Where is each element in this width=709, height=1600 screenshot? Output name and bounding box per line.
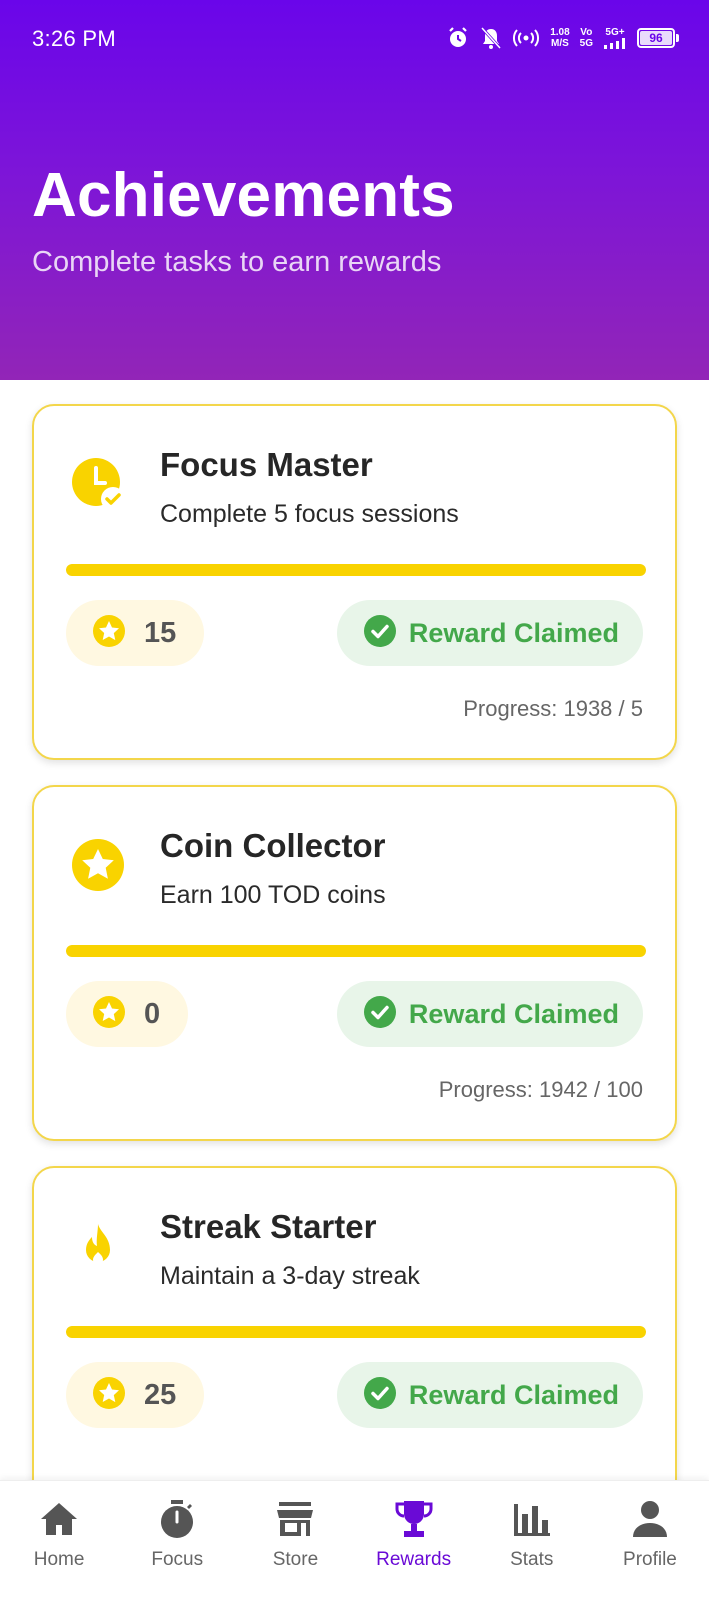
nav-label: Focus [151, 1549, 204, 1570]
volte-5g-label: 5G [579, 38, 593, 49]
achievement-title: Coin Collector [160, 827, 386, 864]
achievement-description: Earn 100 TOD coins [160, 881, 386, 909]
network-type: 5G+ [605, 27, 625, 38]
achievement-title: Streak Starter [160, 1208, 377, 1245]
nav-item-focus[interactable]: Focus [118, 1481, 236, 1600]
achievement-card[interactable]: Coin Collector Earn 100 TOD coins 0 Rewa… [32, 785, 677, 1141]
achievement-card[interactable]: Streak Starter Maintain a 3-day streak 2… [32, 1166, 677, 1480]
nav-label: Profile [623, 1549, 677, 1570]
achievement-description: Maintain a 3-day streak [160, 1262, 420, 1290]
achievement-card[interactable]: Focus Master Complete 5 focus sessions 1… [32, 404, 677, 760]
reward-claimed-badge: Reward Claimed [336, 981, 643, 1047]
check-circle-icon [363, 614, 397, 653]
achievement-description: Complete 5 focus sessions [160, 500, 459, 528]
person-icon [630, 1499, 670, 1539]
status-icons: 1.08 M/S Vo 5G 5G+ 96 [446, 22, 679, 54]
bar-chart-icon [512, 1499, 552, 1539]
net-speed-unit: M/S [551, 38, 569, 49]
page-title: Achievements [32, 161, 455, 230]
hotspot-icon [512, 26, 540, 50]
achievement-title: Focus Master [160, 446, 373, 483]
coin-star-icon [92, 614, 126, 653]
trophy-icon [393, 1499, 435, 1539]
progress-fill [66, 564, 646, 576]
reward-claimed-label: Reward Claimed [408, 1379, 619, 1410]
signal-indicator: 5G+ [603, 27, 627, 49]
reward-claimed-label: Reward Claimed [408, 617, 619, 648]
volte-indicator: Vo 5G [580, 27, 593, 49]
reward-claimed-badge: Reward Claimed [336, 600, 643, 666]
progress-bar [66, 945, 646, 957]
status-bar: 3:26 PM 1.08 M/S Vo 5G 5G+ 96 [0, 0, 709, 80]
alarm-icon [446, 26, 470, 50]
signal-bars-icon [604, 38, 625, 49]
coin-star-icon [92, 1376, 126, 1415]
progress-text: Progress: 1938 / 5 [463, 696, 643, 721]
clock-check-icon [70, 456, 126, 512]
nav-item-profile[interactable]: Profile [591, 1481, 709, 1600]
reward-coins: 15 [66, 600, 205, 666]
progress-bar [66, 564, 646, 576]
reward-coins: 25 [66, 1362, 205, 1428]
header: 3:26 PM 1.08 M/S Vo 5G 5G+ 96 Achievemen… [0, 0, 709, 380]
nav-item-store[interactable]: Store [236, 1481, 354, 1600]
progress-bar [66, 1326, 646, 1338]
mute-bell-icon [480, 26, 502, 50]
nav-item-home[interactable]: Home [0, 1481, 118, 1600]
nav-item-rewards[interactable]: Rewards [355, 1481, 473, 1600]
network-speed: 1.08 M/S [550, 27, 569, 49]
check-circle-icon [363, 995, 397, 1034]
reward-value: 25 [144, 1378, 177, 1411]
nav-label: Stats [510, 1549, 554, 1570]
battery-level: 96 [640, 31, 672, 45]
nav-label: Store [272, 1549, 319, 1570]
volte-label: Vo [580, 27, 593, 38]
nav-label: Rewards [376, 1549, 452, 1570]
nav-item-stats[interactable]: Stats [473, 1481, 591, 1600]
bottom-nav: Home Focus Store Rewards Stats Profile [0, 1480, 709, 1600]
progress-fill [66, 945, 646, 957]
reward-claimed-badge: Reward Claimed [336, 1362, 643, 1428]
net-speed-value: 1.08 [550, 27, 570, 38]
status-time: 3:26 PM [32, 26, 117, 51]
star-icon [70, 837, 126, 893]
nav-label: Home [33, 1549, 85, 1570]
achievements-list[interactable]: Focus Master Complete 5 focus sessions 1… [0, 380, 709, 1480]
reward-value: 0 [144, 997, 161, 1030]
home-icon [39, 1499, 79, 1539]
coin-star-icon [92, 995, 126, 1034]
progress-text: Progress: 1942 / 100 [438, 1077, 643, 1102]
progress-fill [66, 1326, 646, 1338]
battery-indicator: 96 [637, 28, 679, 48]
reward-coins: 0 [66, 981, 189, 1047]
check-circle-icon [363, 1376, 397, 1415]
reward-value: 15 [144, 616, 177, 649]
store-icon [275, 1499, 315, 1539]
fire-icon [70, 1218, 126, 1274]
timer-icon [157, 1499, 197, 1539]
reward-claimed-label: Reward Claimed [408, 998, 619, 1029]
page-subtitle: Complete tasks to earn rewards [32, 246, 442, 278]
